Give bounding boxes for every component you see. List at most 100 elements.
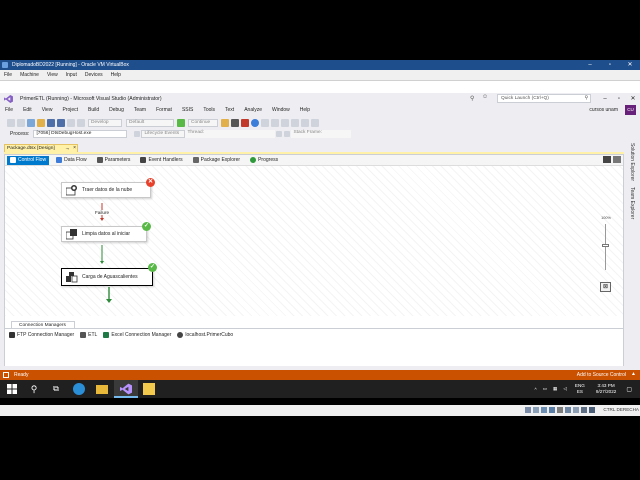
menu-ssis[interactable]: SSIS [177,105,198,115]
menu-analyze[interactable]: Analyze [239,105,267,115]
open-file-icon[interactable] [37,118,45,127]
undo-icon[interactable] [67,118,75,127]
menu-edit[interactable]: Edit [18,105,37,115]
clock[interactable]: 3:43 PM 9/27/2022 [596,383,616,395]
usb-icon[interactable] [557,407,563,413]
shared-folders-icon[interactable] [565,407,571,413]
recording-icon[interactable] [581,407,587,413]
battery-icon[interactable]: ▭ [543,386,547,392]
network-adapter-icon[interactable] [549,407,555,413]
add-to-source-control-button[interactable]: Add to Source Control [577,370,626,380]
lifecycle-events-dropdown[interactable]: Lifecycle Events [141,130,186,138]
menu-project[interactable]: Project [57,105,83,115]
stack-frame-dropdown[interactable]: Stack Frame: [291,130,352,138]
maximize-icon[interactable]: ▫ [600,60,620,70]
step-out-icon[interactable] [281,118,289,127]
redo-icon[interactable] [77,118,85,127]
filter-icon[interactable]: ⚲ [470,95,474,102]
restart-icon[interactable] [251,118,259,127]
optical-drive-icon[interactable] [533,407,539,413]
vbox-menu-help[interactable]: Help [107,70,125,81]
vbox-menu-devices[interactable]: Devices [81,70,107,81]
tab-event-handlers[interactable]: Event Handlers [137,156,185,165]
vbox-menu-view[interactable]: View [43,70,62,81]
solution-explorer-tab[interactable]: Solution Explorer [629,143,635,181]
step-over-icon[interactable] [271,118,279,127]
save-all-icon[interactable] [57,118,65,127]
flag-icon[interactable] [284,131,291,137]
feedback-icon[interactable]: ☺ [482,94,488,100]
network-icon[interactable]: ▦ [553,386,557,392]
chevron-up-icon[interactable]: ^ [535,387,537,392]
zoom-to-fit-icon[interactable]: ⊠ [600,282,611,292]
platform-dropdown[interactable]: Default [126,118,174,127]
connection-ftp[interactable]: FTP Connection Manager [9,332,74,338]
tab-data-flow[interactable]: Data Flow [53,156,90,165]
pin-icon[interactable]: ⊸ [66,145,69,152]
menu-view[interactable]: View [37,105,58,115]
toolbar-extra-icon[interactable] [291,118,299,127]
zoom-slider-track[interactable] [605,224,606,270]
vs-minimize-icon[interactable]: – [598,93,612,105]
back-icon[interactable] [7,118,15,127]
menu-help[interactable]: Help [295,105,315,115]
task-limpia-datos[interactable]: Limpia datos al iniciar [61,226,147,242]
windows-start-icon[interactable] [6,383,18,395]
file-explorer-icon[interactable] [96,385,108,394]
vs-close-icon[interactable]: ✕ [626,93,640,105]
variables-icon[interactable] [603,156,611,163]
tab-progress[interactable]: Progress [247,156,281,165]
connection-etl[interactable]: ETL [80,332,97,338]
process-dropdown[interactable]: [7056] DtsDebugHost.exe [33,130,128,138]
zoom-slider-thumb[interactable] [602,244,609,247]
configuration-dropdown[interactable]: Develop [88,118,122,127]
audio-icon[interactable] [541,407,547,413]
ssms-icon[interactable] [143,383,155,395]
ssis-toolbox-icon[interactable] [613,156,621,163]
menu-file[interactable]: File [0,105,18,115]
vs-maximize-icon[interactable]: ▫ [612,93,626,105]
tab-parameters[interactable]: Parameters [94,156,134,165]
pause-icon[interactable] [231,118,239,127]
cpu-icon[interactable] [589,407,595,413]
vbox-menu-file[interactable]: File [0,70,16,81]
menu-text[interactable]: Text [220,105,239,115]
menu-team[interactable]: Team [129,105,151,115]
task-carga-aguascalientes[interactable]: Carga de Aguascalientes [61,268,153,286]
menu-debug[interactable]: Debug [104,105,129,115]
tab-package-explorer[interactable]: Package Explorer [190,156,243,165]
filter-threads-icon[interactable] [276,131,283,137]
connection-excel[interactable]: Excel Connection Manager [103,332,171,338]
quick-launch-input[interactable]: Quick Launch (Ctrl+Q) ⚲ [497,94,591,103]
new-project-icon[interactable] [27,118,35,127]
connection-localhost[interactable]: localhost.PrimerCubo [177,332,233,338]
stop-icon[interactable] [241,118,249,127]
step-into-icon[interactable] [261,118,269,127]
notifications-icon[interactable]: ▲ [631,371,636,377]
control-flow-canvas[interactable]: Failure Traer datos de la nube ✕ Limpia … [5,166,623,316]
save-icon[interactable] [47,118,55,127]
toolbar-extra2-icon[interactable] [301,118,309,127]
forward-icon[interactable] [17,118,25,127]
notification-center-icon[interactable]: ▢ [626,386,632,393]
edge-icon[interactable] [73,383,85,395]
language-indicator[interactable]: ENG ES [575,383,585,395]
menu-format[interactable]: Format [151,105,177,115]
avatar[interactable]: CU [625,105,636,115]
tab-control-flow[interactable]: Control Flow [7,155,50,165]
task-traer-datos[interactable]: Traer datos de la nube [61,182,151,198]
connection-managers-area[interactable]: FTP Connection Manager ETL Excel Connect… [5,328,623,366]
team-explorer-tab[interactable]: Team Explorer [629,187,635,219]
continue-icon[interactable] [177,118,185,127]
close-tab-icon[interactable]: × [73,145,76,152]
close-icon[interactable]: ✕ [620,60,640,70]
toolbar-extra3-icon[interactable] [311,118,319,127]
vbox-menu-machine[interactable]: Machine [16,70,43,81]
display-icon[interactable] [573,407,579,413]
hdd-icon[interactable] [525,407,531,413]
vbox-menu-input[interactable]: Input [62,70,81,81]
menu-tools[interactable]: Tools [198,105,220,115]
user-name[interactable]: cursos unam [589,106,618,114]
menu-window[interactable]: Window [267,105,295,115]
debug-target-icon[interactable] [221,118,229,127]
